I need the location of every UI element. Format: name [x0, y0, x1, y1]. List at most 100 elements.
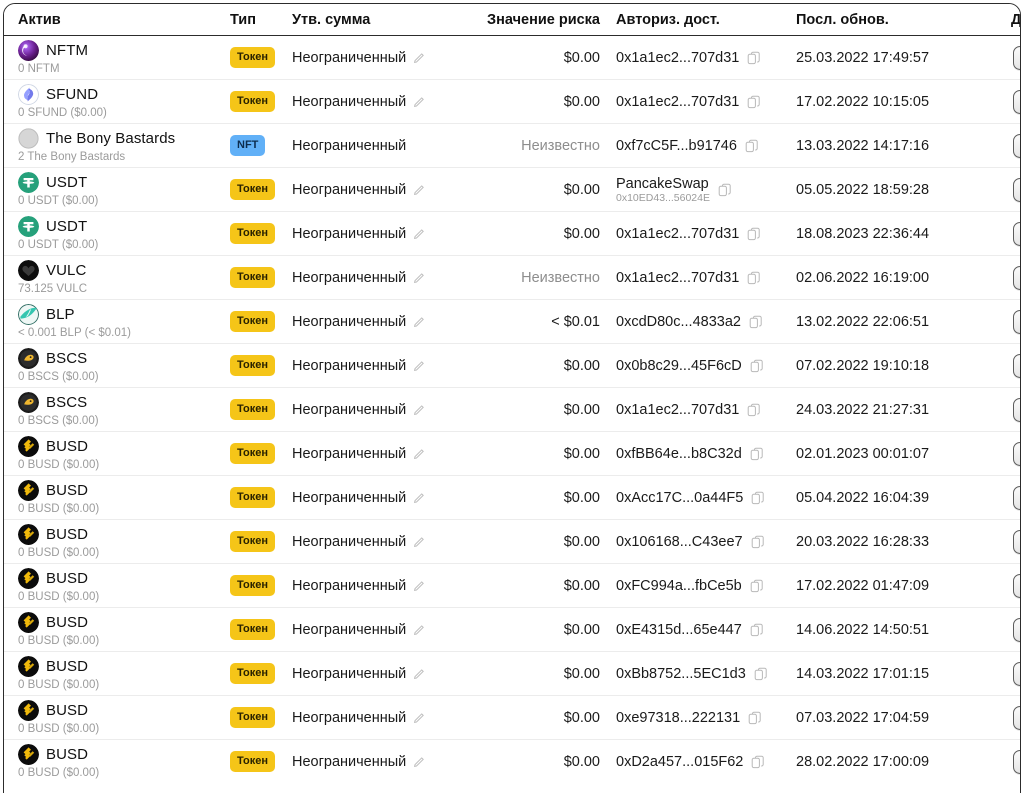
- last-updated-cell: 05.05.2022 18:59:28: [772, 167, 992, 212]
- copy-address-icon[interactable]: [750, 359, 764, 373]
- copy-address-icon[interactable]: [754, 667, 768, 681]
- revoke-button[interactable]: Отозвать: [1013, 89, 1020, 114]
- type-cell: Токен: [230, 475, 288, 520]
- type-badge: Токен: [230, 47, 276, 68]
- spender-address[interactable]: 0x10ED43...56024E: [616, 192, 710, 204]
- spender-address[interactable]: 0xE4315d...65e447: [616, 622, 742, 638]
- asset-balance: 2 The Bony Bastards: [18, 151, 126, 163]
- revoke-button[interactable]: Отозвать: [1013, 441, 1020, 466]
- revoke-button[interactable]: Отозвать: [1013, 45, 1020, 70]
- column-header-type[interactable]: Тип: [230, 4, 288, 36]
- spender-name[interactable]: PancakeSwap: [616, 176, 710, 192]
- spender-address[interactable]: 0x1a1ec2...707d31: [616, 226, 739, 242]
- edit-pencil-icon[interactable]: [413, 712, 425, 724]
- revoke-button[interactable]: Отозвать: [1013, 661, 1020, 686]
- authorized-spender-cell: 0x1a1ec2...707d31: [608, 211, 772, 256]
- authorized-spender-cell: 0xBb8752...5EC1d3: [608, 651, 772, 696]
- copy-address-icon[interactable]: [750, 447, 764, 461]
- spender-address[interactable]: 0x1a1ec2...707d31: [616, 94, 739, 110]
- copy-address-icon[interactable]: [748, 711, 762, 725]
- revoke-button[interactable]: Отозвать: [1013, 309, 1020, 334]
- copy-address-icon[interactable]: [749, 315, 763, 329]
- edit-pencil-icon[interactable]: [413, 668, 425, 680]
- copy-address-icon[interactable]: [747, 271, 761, 285]
- spender-address[interactable]: 0xf7cC5F...b91746: [616, 138, 737, 154]
- spender-address[interactable]: 0xcdD80c...4833a2: [616, 314, 741, 330]
- copy-address-icon[interactable]: [750, 579, 764, 593]
- table-row: BUSD 0 BUSD ($0.00) Токен Неограниченный $0.…: [4, 563, 1020, 608]
- edit-pencil-icon[interactable]: [413, 536, 425, 548]
- asset-cell: NFTM 0 NFTM: [4, 36, 230, 80]
- edit-pencil-icon[interactable]: [413, 316, 425, 328]
- spender-address[interactable]: 0x1a1ec2...707d31: [616, 50, 739, 66]
- authorized-spender-cell: 0xFC994a...fbCe5b: [608, 563, 772, 608]
- copy-address-icon[interactable]: [751, 755, 765, 769]
- type-cell: Токен: [230, 36, 288, 80]
- revoke-button[interactable]: Отозвать: [1013, 177, 1020, 202]
- risk-value-cell: $0.00: [464, 563, 608, 608]
- table-row: NFTM 0 NFTM Токен Неограниченный $0.00 0x1a1e…: [4, 36, 1020, 80]
- approvals-card: Актив Тип Утв. сумма Значение риска Авто…: [3, 3, 1021, 793]
- edit-pencil-icon[interactable]: [413, 360, 425, 372]
- copy-address-icon[interactable]: [751, 535, 765, 549]
- spender-address[interactable]: 0xD2a457...015F62: [616, 754, 743, 770]
- edit-pencil-icon[interactable]: [413, 492, 425, 504]
- spender-address[interactable]: 0x1a1ec2...707d31: [616, 402, 739, 418]
- approved-amount-cell: Неограниченный: [288, 739, 464, 784]
- revoke-button[interactable]: Отозвать: [1013, 353, 1020, 378]
- edit-pencil-icon[interactable]: [413, 756, 425, 768]
- spender-address[interactable]: 0xBb8752...5EC1d3: [616, 666, 746, 682]
- column-header-asset[interactable]: Актив: [4, 4, 230, 36]
- revoke-button[interactable]: Отозвать: [1013, 133, 1020, 158]
- asset-name: BUSD: [46, 702, 89, 719]
- revoke-button[interactable]: Отозвать: [1013, 617, 1020, 642]
- copy-address-icon[interactable]: [751, 491, 765, 505]
- revoke-button[interactable]: Отозвать: [1013, 529, 1020, 554]
- approved-amount-cell: Неограниченный: [288, 36, 464, 80]
- revoke-button[interactable]: Отозвать: [1013, 221, 1020, 246]
- column-header-last-updated[interactable]: Посл. обнов.: [772, 4, 992, 36]
- approved-amount-value: Неограниченный: [292, 621, 407, 638]
- spender-address[interactable]: 0xfBB64e...b8C32d: [616, 446, 742, 462]
- column-header-authorized-spender[interactable]: Авториз. дост.: [608, 4, 772, 36]
- edit-pencil-icon[interactable]: [413, 624, 425, 636]
- column-header-risk-value[interactable]: Значение риска: [464, 4, 608, 36]
- asset-cell: BUSD 0 BUSD ($0.00): [4, 607, 230, 652]
- spender-address[interactable]: 0xAcc17C...0a44F5: [616, 490, 743, 506]
- revoke-button[interactable]: Отозвать: [1013, 573, 1020, 598]
- column-header-approved-amount[interactable]: Утв. сумма: [288, 4, 464, 36]
- asset-cell: BUSD 0 BUSD ($0.00): [4, 739, 230, 784]
- risk-value-cell: < $0.01: [464, 299, 608, 344]
- revoke-button[interactable]: Отозвать: [1013, 485, 1020, 510]
- copy-address-icon[interactable]: [747, 95, 761, 109]
- edit-pencil-icon[interactable]: [413, 272, 425, 284]
- risk-value-cell: $0.00: [563, 49, 600, 66]
- edit-pencil-icon[interactable]: [413, 448, 425, 460]
- copy-address-icon[interactable]: [745, 139, 759, 153]
- copy-address-icon[interactable]: [750, 623, 764, 637]
- spender-address[interactable]: 0xFC994a...fbCe5b: [616, 578, 742, 594]
- edit-pencil-icon[interactable]: [413, 96, 425, 108]
- copy-address-icon[interactable]: [747, 227, 761, 241]
- revoke-button[interactable]: Отозвать: [1013, 397, 1020, 422]
- copy-address-icon[interactable]: [747, 403, 761, 417]
- spender-address[interactable]: 0xe97318...222131: [616, 710, 740, 726]
- type-cell: Токен: [230, 563, 288, 608]
- edit-pencil-icon[interactable]: [413, 228, 425, 240]
- revoke-button[interactable]: Отозвать: [1013, 265, 1020, 290]
- busd-logo-icon: [18, 568, 39, 589]
- edit-pencil-icon[interactable]: [413, 52, 425, 64]
- copy-address-icon[interactable]: [718, 183, 732, 197]
- copy-address-icon[interactable]: [747, 51, 761, 65]
- spender-address[interactable]: 0x0b8c29...45F6cD: [616, 358, 742, 374]
- revoke-button[interactable]: Отозвать: [1013, 749, 1020, 774]
- edit-pencil-icon[interactable]: [413, 184, 425, 196]
- type-cell: Токен: [230, 431, 288, 476]
- edit-pencil-icon[interactable]: [413, 580, 425, 592]
- actions-cell: Отозвать: [992, 79, 1020, 124]
- type-badge: Токен: [230, 223, 276, 244]
- spender-address[interactable]: 0x1a1ec2...707d31: [616, 270, 739, 286]
- edit-pencil-icon[interactable]: [413, 404, 425, 416]
- revoke-button[interactable]: Отозвать: [1013, 705, 1020, 730]
- spender-address[interactable]: 0x106168...C43ee7: [616, 534, 743, 550]
